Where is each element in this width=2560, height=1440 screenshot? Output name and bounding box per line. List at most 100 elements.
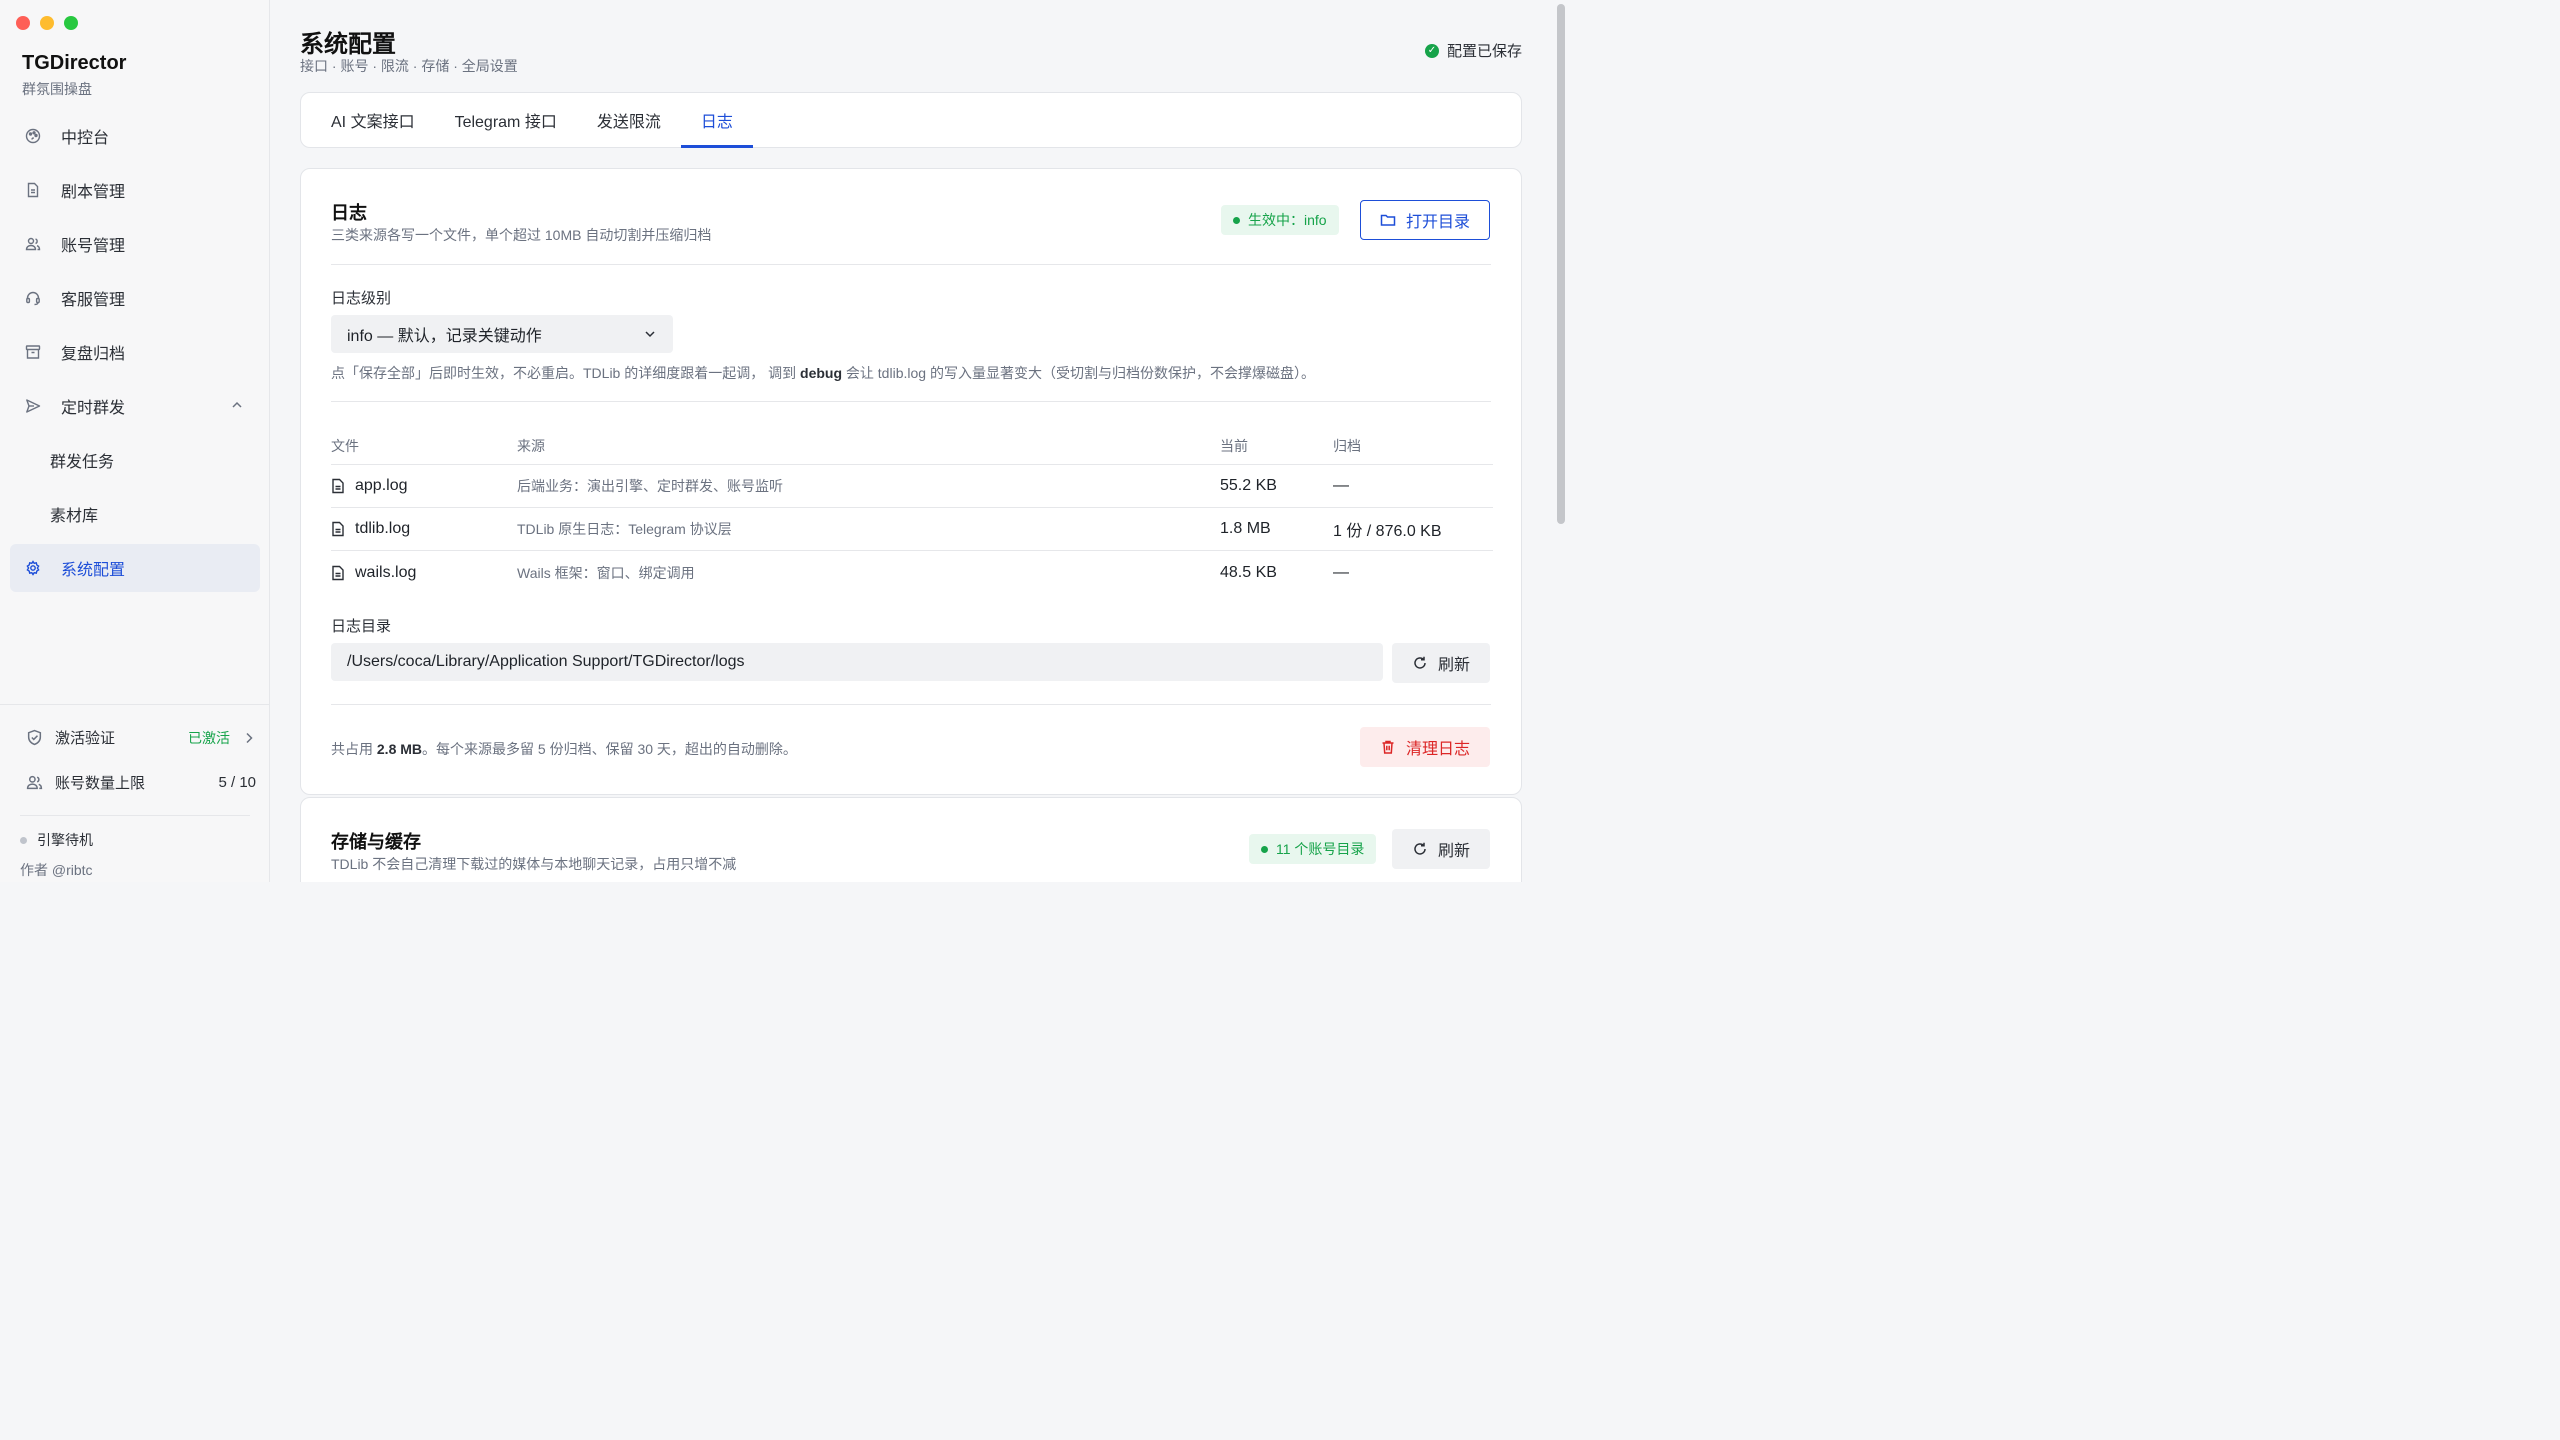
sidebar-item-system-config[interactable]: 系统配置	[10, 544, 260, 592]
divider	[331, 704, 1491, 705]
log-level-select[interactable]: info — 默认，记录关键动作	[331, 315, 673, 353]
file-name: tdlib.log	[355, 520, 411, 537]
refresh-icon	[1412, 655, 1428, 671]
brand-title: TGDirector	[22, 52, 127, 74]
sidebar-item-label: 剧本管理	[61, 184, 126, 201]
check-circle-icon: ✓	[1424, 43, 1439, 58]
column-header-file: 文件	[331, 437, 359, 454]
sidebar-item-scheduled-broadcast[interactable]: 定时群发	[10, 382, 260, 430]
scrollbar[interactable]	[1554, 0, 1568, 882]
page-subtitle: 接口 · 账号 · 限流 · 存储 · 全局设置	[300, 58, 518, 74]
sidebar-footer: 激活验证 已激活 账号数量上限 5 / 10 引擎待机 作者 @ribtc	[0, 704, 270, 880]
log-directory-field[interactable]: /Users/coca/Library/Application Support/…	[331, 643, 1383, 681]
divider	[331, 401, 1491, 402]
sidebar-item-label: 账号管理	[61, 238, 126, 255]
section-title: 存储与缓存	[331, 832, 421, 852]
account-limit-value: 5 / 10	[218, 774, 256, 791]
sidebar-item-archive[interactable]: 复盘归档	[10, 328, 260, 376]
sidebar-item-label: 中控台	[61, 130, 110, 147]
page-title: 系统配置	[300, 31, 396, 58]
main-content: 系统配置 接口 · 账号 · 限流 · 存储 · 全局设置 ✓ 配置已保存 AI…	[270, 0, 1568, 882]
archive-cell: —	[1333, 563, 1349, 581]
users-icon	[26, 774, 44, 792]
sidebar-item-scripts[interactable]: 剧本管理	[10, 166, 260, 214]
tab-ai-copy-api[interactable]: AI 文案接口	[311, 93, 435, 147]
sidebar-item-accounts[interactable]: 账号管理	[10, 220, 260, 268]
sidebar-item-label: 定时群发	[61, 400, 126, 417]
open-directory-label: 打开目录	[1406, 214, 1471, 231]
log-level-value: info — 默认，记录关键动作	[347, 328, 542, 345]
hint-text: 会让 tdlib.log 的写入量显著变大（受切割与归档份数保护，不会撑爆磁盘）…	[842, 365, 1315, 381]
sidebar-item-broadcast-tasks[interactable]: 群发任务	[10, 436, 260, 484]
status-dot	[1261, 845, 1268, 853]
account-limit-row: 账号数量上限 5 / 10	[0, 760, 270, 805]
log-level-hint: 点「保存全部」后即时生效，不必重启。TDLib 的详细度跟着一起调， 调到 de…	[331, 363, 1315, 383]
archive-cell: 1 份 / 876.0 KB	[1333, 523, 1442, 540]
engine-status: 引擎待机	[0, 816, 270, 850]
author-credit: 作者 @ribtc	[20, 862, 93, 878]
chevron-up-icon[interactable]	[230, 398, 244, 417]
sidebar-item-dashboard[interactable]: 中控台	[10, 112, 260, 160]
usage-amount: 2.8 MB	[376, 741, 423, 757]
open-directory-button[interactable]: 打开目录	[1360, 200, 1491, 240]
refresh-icon	[1412, 841, 1428, 857]
activation-label: 激活验证	[55, 730, 116, 747]
disk-usage-note: 共占用 2.8 MB。每个来源最多留 5 份归档、保留 30 天，超出的自动删除…	[331, 739, 797, 759]
chevron-down-icon	[643, 327, 657, 341]
refresh-storage-button[interactable]: 刷新	[1392, 829, 1491, 869]
source-cell: 后端业务：演出引擎、定时群发、账号监听	[517, 478, 783, 494]
shield-check-icon	[26, 729, 44, 747]
usage-text: 。每个来源最多留 5 份归档、保留 30 天，超出的自动删除。	[422, 741, 797, 757]
account-limit-label: 账号数量上限	[55, 775, 146, 792]
account-dirs-badge: 11 个账号目录	[1249, 834, 1377, 864]
sidebar: TGDirector 群氛围操盘 中控台 剧本管理 账号管理 客服管理 复盘归档…	[0, 0, 270, 882]
headset-icon	[24, 289, 42, 307]
archive-cell: —	[1333, 477, 1349, 494]
file-name: wails.log	[355, 563, 417, 581]
column-header-current: 当前	[1220, 437, 1248, 454]
file-cell: wails.log	[331, 564, 517, 582]
document-icon	[24, 181, 42, 199]
tab-rate-limit[interactable]: 发送限流	[577, 93, 681, 147]
section-subtitle: TDLib 不会自己清理下载过的媒体与本地聊天记录，占用只增不减	[331, 856, 737, 872]
refresh-label: 刷新	[1438, 657, 1471, 674]
status-dot	[1233, 216, 1240, 224]
archive-icon	[24, 343, 42, 361]
status-dot	[20, 836, 27, 844]
zoom-window-button[interactable]	[64, 16, 78, 30]
column-header-source: 来源	[517, 437, 545, 454]
sidebar-item-label: 群发任务	[50, 454, 115, 471]
send-icon	[24, 397, 42, 415]
current-size-cell: 48.5 KB	[1220, 563, 1277, 581]
activation-row[interactable]: 激活验证 已激活	[0, 715, 270, 760]
table-row: tdlib.log TDLib 原生日志：Telegram 协议层 1.8 MB…	[331, 508, 1493, 551]
brand-subtitle: 群氛围操盘	[22, 81, 92, 97]
activation-status: 已激活	[188, 729, 230, 746]
gear-icon	[24, 559, 42, 577]
divider	[331, 264, 1491, 265]
minimize-window-button[interactable]	[40, 16, 54, 30]
saved-status: ✓ 配置已保存	[1424, 40, 1522, 61]
refresh-button[interactable]: 刷新	[1392, 643, 1491, 683]
active-level-badge: 生效中：info	[1221, 205, 1339, 235]
storage-cache-card: 存储与缓存 TDLib 不会自己清理下载过的媒体与本地聊天记录，占用只增不减 1…	[300, 797, 1522, 882]
clear-logs-button[interactable]: 清理日志	[1360, 727, 1491, 767]
log-level-label: 日志级别	[331, 290, 392, 307]
tab-telegram-api[interactable]: Telegram 接口	[435, 93, 577, 147]
sidebar-item-support[interactable]: 客服管理	[10, 274, 260, 322]
log-directory-label: 日志目录	[331, 618, 392, 635]
sidebar-item-asset-library[interactable]: 素材库	[10, 490, 260, 538]
close-window-button[interactable]	[16, 16, 30, 30]
tab-logs[interactable]: 日志	[680, 93, 753, 148]
saved-status-text: 配置已保存	[1446, 43, 1522, 60]
hint-keyword: debug	[800, 365, 843, 381]
sidebar-item-label: 客服管理	[61, 292, 126, 309]
usage-text: 共占用	[331, 741, 377, 757]
file-cell: app.log	[331, 477, 517, 495]
table-header: 文件 来源 当前 归档	[331, 427, 1493, 465]
file-name: app.log	[355, 477, 408, 494]
column-header-archive: 归档	[1333, 437, 1361, 454]
account-dirs-text: 11 个账号目录	[1276, 841, 1365, 857]
scrollbar-thumb[interactable]	[1557, 4, 1565, 524]
hint-text: 点「保存全部」后即时生效，不必重启。TDLib 的详细度跟着一起调， 调到	[331, 365, 801, 381]
